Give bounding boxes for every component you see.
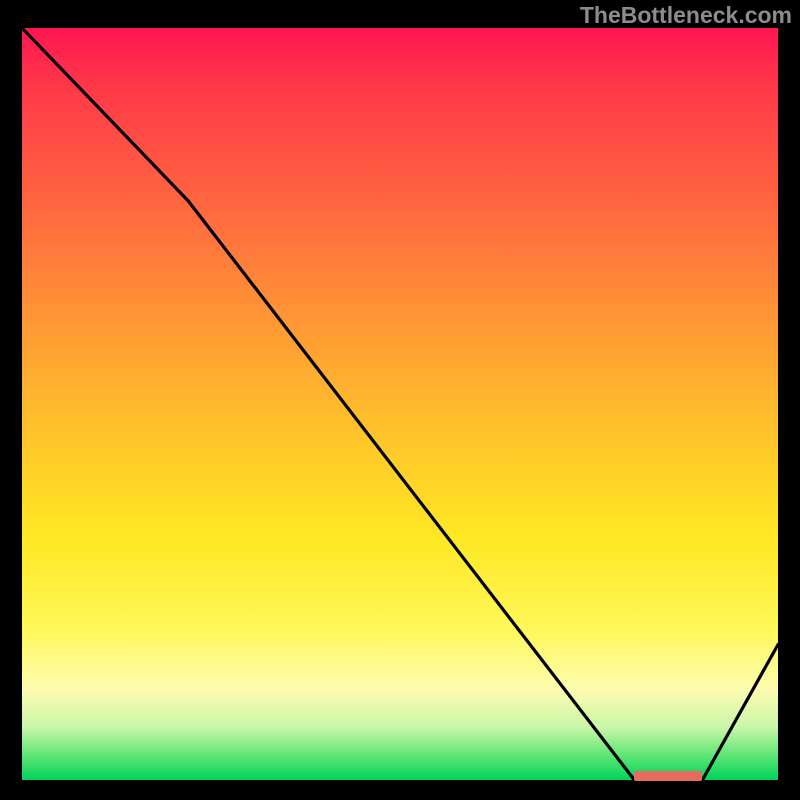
- chart-container: TheBottleneck.com: [0, 0, 800, 800]
- attribution-label: TheBottleneck.com: [580, 2, 792, 29]
- plot-area: [22, 28, 778, 780]
- optimal-range-marker: [634, 771, 702, 781]
- gradient-background: [22, 28, 778, 780]
